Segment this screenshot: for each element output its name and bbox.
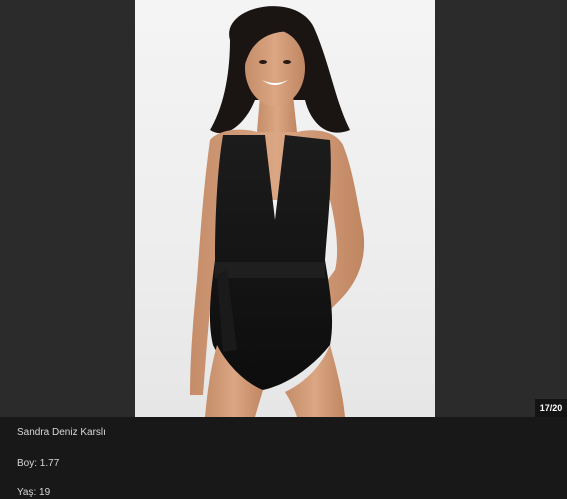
slide-counter-badge: 17/20 [535,399,567,417]
gallery-viewer: 17/20 Sandra Deniz Karslı Boy: 1.77 Yaş:… [0,0,567,499]
caption-height: Boy: 1.77 [17,458,60,469]
caption-name: Sandra Deniz Karslı [17,427,106,438]
photo-stage[interactable]: 17/20 [0,0,567,417]
gallery-photo[interactable] [135,0,435,417]
caption-age: Yaş: 19 [17,487,51,498]
portrait-illustration [190,6,365,417]
caption-panel: Sandra Deniz Karslı Boy: 1.77 Yaş: 19 [0,417,567,499]
